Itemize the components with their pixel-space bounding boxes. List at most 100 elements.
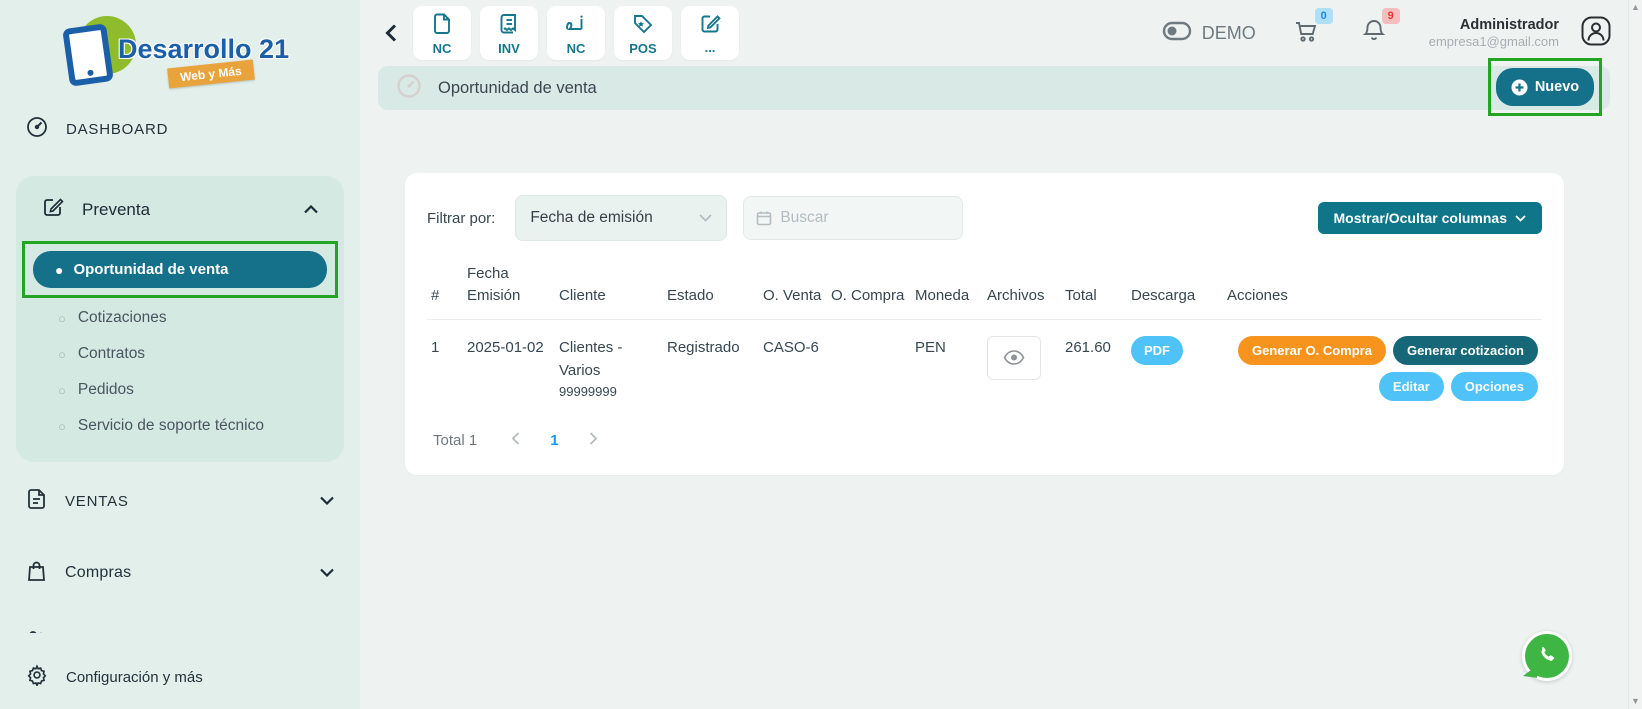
collapse-sidebar-button[interactable]: [378, 24, 404, 42]
search-date-field[interactable]: [743, 196, 963, 240]
pencil-edit-icon: [42, 196, 64, 223]
cart-badge: 0: [1315, 8, 1333, 24]
prev-page-button[interactable]: [507, 432, 524, 449]
whatsapp-button[interactable]: [1522, 631, 1572, 681]
demo-label: DEMO: [1202, 23, 1256, 44]
col-header-descarga: Descarga: [1127, 263, 1223, 319]
generar-ocompra-button[interactable]: Generar O. Compra: [1238, 336, 1386, 365]
sidebar-item-oportunidad-de-venta[interactable]: ● Oportunidad de venta: [33, 251, 327, 288]
download-pdf-button[interactable]: PDF: [1131, 336, 1183, 365]
sidebar-item-configuracion[interactable]: Configuración y más: [0, 652, 360, 709]
sidebar-item-label: Clientes: [65, 632, 126, 633]
tab-nc-document[interactable]: NC: [413, 6, 471, 60]
chevron-down-icon: [320, 564, 334, 582]
sidebar-item-compras[interactable]: Compras: [0, 552, 360, 594]
notifications-badge: 9: [1382, 8, 1400, 24]
col-header-fecha: Fecha Emisión: [463, 263, 555, 319]
page-number-1[interactable]: 1: [550, 432, 558, 449]
preventa-section: Preventa ● Oportunidad de venta ○ Cotiza…: [16, 176, 344, 462]
generar-cotizacion-button[interactable]: Generar cotizacion: [1393, 336, 1538, 365]
editar-button[interactable]: Editar: [1379, 372, 1444, 401]
whatsapp-phone-icon: [1535, 644, 1559, 668]
col-header-ocompra: O. Compra: [827, 263, 911, 319]
col-header-cliente: Cliente: [555, 263, 663, 319]
col-header-oventa: O. Venta: [759, 263, 827, 319]
cell-num: 1: [427, 319, 463, 402]
hollow-bullet-icon: ○: [58, 383, 66, 398]
search-input[interactable]: [780, 209, 930, 227]
toggle-icon: [1162, 21, 1192, 46]
user-name: Administrador: [1429, 16, 1559, 34]
scroll-up-icon[interactable]: ▲: [1631, 3, 1640, 12]
chevron-down-icon: [699, 209, 712, 227]
content-card: Filtrar por: Fecha de emisión Mostrar/Oc…: [405, 173, 1564, 475]
table-header-row: # Fecha Emisión Cliente Estado O. Venta …: [427, 263, 1542, 319]
tab-pos[interactable]: POS: [614, 6, 672, 60]
next-page-button[interactable]: [585, 432, 602, 449]
people-icon: [26, 628, 47, 634]
document-icon: [431, 12, 453, 41]
col-header-archivos: Archivos: [983, 263, 1061, 319]
view-file-button[interactable]: [987, 336, 1041, 380]
sidebar-item-label: VENTAS: [65, 493, 129, 510]
sidebar-item-soporte-tecnico[interactable]: ○ Servicio de soporte técnico: [16, 408, 344, 444]
toggle-columns-button[interactable]: Mostrar/Ocultar columnas: [1318, 202, 1543, 234]
cell-oventa: CASO-6: [759, 319, 827, 402]
scroll-down-icon[interactable]: ▼: [1631, 697, 1640, 706]
filter-toolbar: Filtrar por: Fecha de emisión Mostrar/Oc…: [427, 195, 1542, 241]
main-area: NC INV NC POS: [360, 0, 1642, 709]
hollow-bullet-icon: ○: [58, 347, 66, 362]
sidebar: Desarrollo 21 Web y Más DASHBOARD Preven…: [0, 0, 360, 709]
sidebar-item-label: Compras: [65, 564, 131, 582]
cell-archivos: [983, 319, 1061, 402]
cell-acciones: Generar O. Compra Generar cotizacion Edi…: [1223, 319, 1542, 402]
sidebar-item-dashboard[interactable]: DASHBOARD: [0, 108, 360, 150]
notifications-button[interactable]: 9: [1362, 18, 1386, 49]
columns-button-label: Mostrar/Ocultar columnas: [1334, 210, 1508, 226]
cart-button[interactable]: 0: [1293, 18, 1319, 49]
brand-logo[interactable]: Desarrollo 21 Web y Más: [0, 0, 360, 108]
user-email: empresa1@gmail.com: [1429, 34, 1559, 50]
avatar[interactable]: [1580, 15, 1612, 52]
cell-fecha: 2025-01-02: [463, 319, 555, 402]
sidebar-item-ventas[interactable]: VENTAS: [0, 480, 360, 522]
sidebar-item-label: Configuración y más: [66, 669, 203, 686]
sidebar-item-preventa[interactable]: Preventa: [16, 186, 344, 233]
col-header-total: Total: [1061, 263, 1127, 319]
sidebar-item-label: DASHBOARD: [66, 121, 168, 138]
col-header-acciones: Acciones: [1223, 263, 1542, 319]
annotation-box-selected-item: ● Oportunidad de venta: [22, 241, 338, 298]
filter-select-value: Fecha de emisión: [530, 209, 652, 227]
sidebar-item-pedidos[interactable]: ○ Pedidos: [16, 372, 344, 408]
gear-icon: [26, 664, 48, 691]
cell-moneda: PEN: [911, 319, 983, 402]
chevron-down-icon: [320, 492, 334, 510]
demo-toggle[interactable]: DEMO: [1162, 21, 1256, 46]
filter-label: Filtrar por:: [427, 210, 495, 227]
new-button[interactable]: Nuevo: [1496, 68, 1594, 106]
cliente-name: Clientes - Varios: [559, 336, 659, 383]
annotation-box-new-button: Nuevo: [1488, 58, 1602, 116]
opciones-button[interactable]: Opciones: [1451, 372, 1538, 401]
tab-inv-invoice[interactable]: INV: [480, 6, 538, 60]
cell-ocompra: [827, 319, 911, 402]
col-header-num: #: [427, 263, 463, 319]
col-header-moneda: Moneda: [911, 263, 983, 319]
filled-bullet-icon: ●: [55, 262, 63, 278]
filter-type-select[interactable]: Fecha de emisión: [515, 195, 727, 241]
tab-label: POS: [629, 42, 656, 55]
new-button-label: Nuevo: [1535, 79, 1579, 95]
user-info: Administrador empresa1@gmail.com: [1429, 16, 1559, 50]
tag-icon: [631, 12, 655, 41]
tab-label: ...: [705, 41, 716, 54]
signature-icon: [564, 12, 588, 41]
sidebar-item-contratos[interactable]: ○ Contratos: [16, 336, 344, 372]
document-lines-icon: [26, 488, 47, 515]
vertical-scrollbar[interactable]: ▲ ▼: [1628, 0, 1642, 709]
sidebar-item-label: Oportunidad de venta: [73, 261, 228, 278]
sidebar-item-clipped[interactable]: Clientes: [0, 620, 360, 633]
cell-estado: Registrado: [663, 319, 759, 402]
sidebar-item-cotizaciones[interactable]: ○ Cotizaciones: [16, 300, 344, 336]
tab-more[interactable]: ...: [681, 6, 739, 60]
tab-nc-signature[interactable]: NC: [547, 6, 605, 60]
